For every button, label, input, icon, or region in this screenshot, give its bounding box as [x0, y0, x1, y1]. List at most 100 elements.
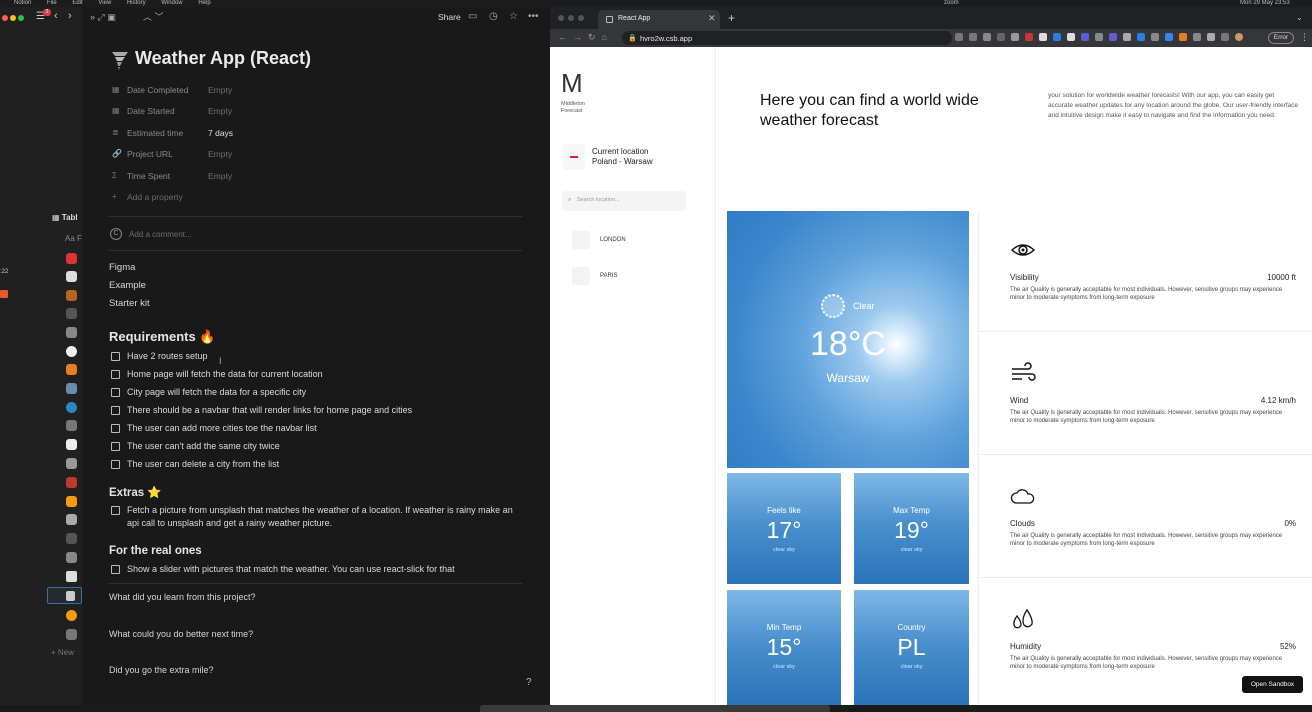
github-icon[interactable]	[66, 571, 77, 582]
link-example[interactable]: Example	[109, 279, 146, 293]
todo-item[interactable]: City page will fetch the data for a spec…	[111, 386, 306, 399]
property-project-url[interactable]: 🔗 Project URL	[112, 147, 173, 161]
menu-help[interactable]: Help	[198, 0, 210, 6]
property-estimated-time-value[interactable]: 7 days	[208, 126, 233, 140]
bottle-icon[interactable]	[66, 439, 77, 450]
hourglass-icon[interactable]	[66, 533, 77, 544]
search-input[interactable]: ⌕ Search location...	[562, 191, 686, 211]
checkbox[interactable]	[111, 442, 120, 451]
help-button[interactable]: ?	[526, 677, 532, 688]
back-icon[interactable]: ‹	[54, 11, 58, 22]
expand-icon[interactable]: » ⤢ ▣	[90, 10, 116, 24]
property-date-started[interactable]: ▦ Date Started	[112, 104, 175, 118]
menu-app[interactable]: Notion	[14, 0, 31, 6]
checkbox[interactable]	[111, 352, 120, 361]
logo-mark[interactable]: M	[561, 69, 583, 97]
address-bar[interactable]: 🔒 hvro2w.csb.app	[622, 31, 952, 45]
todo-item[interactable]: Home page will fetch the data for curren…	[111, 368, 323, 381]
todo-item[interactable]: Have 2 routes setup	[111, 350, 208, 363]
coin-icon[interactable]	[66, 496, 77, 507]
forward-icon[interactable]: ›	[68, 11, 72, 22]
property-date-started-value[interactable]: Empty	[208, 104, 232, 118]
real-ones-heading[interactable]: For the real ones	[109, 545, 202, 557]
minimize-window-button[interactable]	[568, 15, 574, 21]
globe-icon[interactable]	[66, 402, 77, 413]
menu-history[interactable]: History	[127, 0, 146, 6]
checkbox[interactable]	[111, 424, 120, 433]
zoom-window-button[interactable]	[578, 15, 584, 21]
book-icon[interactable]	[66, 477, 77, 488]
app-icon[interactable]	[0, 290, 8, 298]
comment-input[interactable]: Add a comment...	[129, 230, 192, 239]
extensions-toolbar[interactable]	[955, 33, 1245, 43]
history-icon[interactable]: ◷	[489, 10, 498, 24]
favorite-star-icon[interactable]: ☆	[509, 10, 518, 24]
close-tab-icon[interactable]: ✕	[708, 13, 716, 24]
checkbox[interactable]	[111, 460, 120, 469]
laptop-icon[interactable]	[66, 458, 77, 469]
card-icon[interactable]	[66, 552, 77, 563]
menu-window[interactable]: Window	[161, 0, 182, 6]
extras-heading[interactable]: Extras ⭐	[109, 485, 162, 499]
todo-item[interactable]: The user can delete a city from the list	[111, 458, 279, 471]
bitcoin-icon[interactable]	[66, 610, 77, 621]
menu-file[interactable]: File	[47, 0, 57, 6]
property-time-spent-value[interactable]: Empty	[208, 169, 232, 183]
comment-icon[interactable]: ▭	[468, 10, 477, 24]
link-starter-kit[interactable]: Starter kit	[109, 297, 150, 311]
menu-view[interactable]: View	[98, 0, 111, 6]
pencil-icon[interactable]	[66, 383, 77, 394]
browser-tab[interactable]: React App ✕	[598, 10, 720, 29]
property-date-completed-value[interactable]: Empty	[208, 83, 232, 97]
page-title[interactable]: Weather App (React)	[135, 48, 311, 69]
new-tab-button[interactable]: +	[728, 11, 735, 25]
todo-item[interactable]: The user can't add the same city twice	[111, 440, 280, 453]
minimize-window-button[interactable]	[10, 15, 16, 21]
document-icon[interactable]	[66, 514, 77, 525]
city-link-paris[interactable]: PARIS	[600, 273, 618, 279]
todo-item[interactable]: There should be a navbar that will rende…	[111, 404, 412, 417]
zoom-window-button[interactable]	[18, 15, 24, 21]
close-window-button[interactable]	[2, 15, 8, 21]
keyboard-icon[interactable]	[66, 327, 77, 338]
close-window-button[interactable]	[558, 15, 564, 21]
menu-edit[interactable]: Edit	[72, 0, 82, 6]
dock[interactable]	[480, 705, 830, 712]
browser-menu-icon[interactable]: ⋮	[1300, 32, 1309, 43]
new-row-button[interactable]: + New	[51, 648, 74, 657]
prev-next-page-icons[interactable]: ︿ ﹀	[143, 10, 164, 24]
add-property-button[interactable]: + Add a property	[112, 190, 183, 204]
question-extra-mile[interactable]: Did you go the extra mile?	[109, 665, 214, 675]
property-time-spent[interactable]: Σ Time Spent	[112, 169, 170, 183]
sidebar-item-weather-app[interactable]	[47, 587, 82, 604]
eyes-icon[interactable]	[66, 271, 77, 282]
url-text[interactable]: hvro2w.csb.app	[640, 34, 692, 43]
zoom-status[interactable]: zoom	[944, 0, 959, 7]
todo-item[interactable]: Fetch a picture from unsplash that match…	[111, 504, 523, 530]
property-project-url-value[interactable]: Empty	[208, 147, 232, 161]
tomato-icon[interactable]	[66, 253, 77, 264]
property-estimated-time[interactable]: ≣ Estimated time	[112, 126, 183, 140]
checkbox[interactable]	[111, 370, 120, 379]
checkbox[interactable]	[111, 406, 120, 415]
box-icon[interactable]	[66, 364, 77, 375]
open-sandbox-button[interactable]: Open Sandbox	[1242, 676, 1303, 693]
chair-icon[interactable]	[66, 290, 77, 301]
todo-item[interactable]: The user can add more cities toe the nav…	[111, 422, 317, 435]
property-date-completed[interactable]: ▦ Date Completed	[112, 83, 188, 97]
city-link-london[interactable]: LONDON	[600, 237, 626, 243]
chrome-icon[interactable]	[66, 346, 77, 357]
error-button[interactable]: Error	[1268, 32, 1294, 44]
table-view-label[interactable]: ▦ Tabl	[52, 213, 78, 222]
list-icon[interactable]	[66, 308, 77, 319]
checkbox[interactable]	[111, 506, 120, 515]
more-options-icon[interactable]: •••	[528, 10, 539, 24]
cooking-icon[interactable]	[66, 629, 77, 640]
question-better[interactable]: What could you do better next time?	[109, 629, 253, 639]
share-button[interactable]: Share	[438, 10, 461, 24]
tornado-icon[interactable]	[110, 49, 130, 71]
checkbox[interactable]	[111, 388, 120, 397]
requirements-heading[interactable]: Requirements 🔥	[109, 329, 216, 345]
nav-buttons-icon[interactable]: ←→↻⌂	[558, 32, 613, 43]
question-learn[interactable]: What did you learn from this project?	[109, 592, 256, 602]
